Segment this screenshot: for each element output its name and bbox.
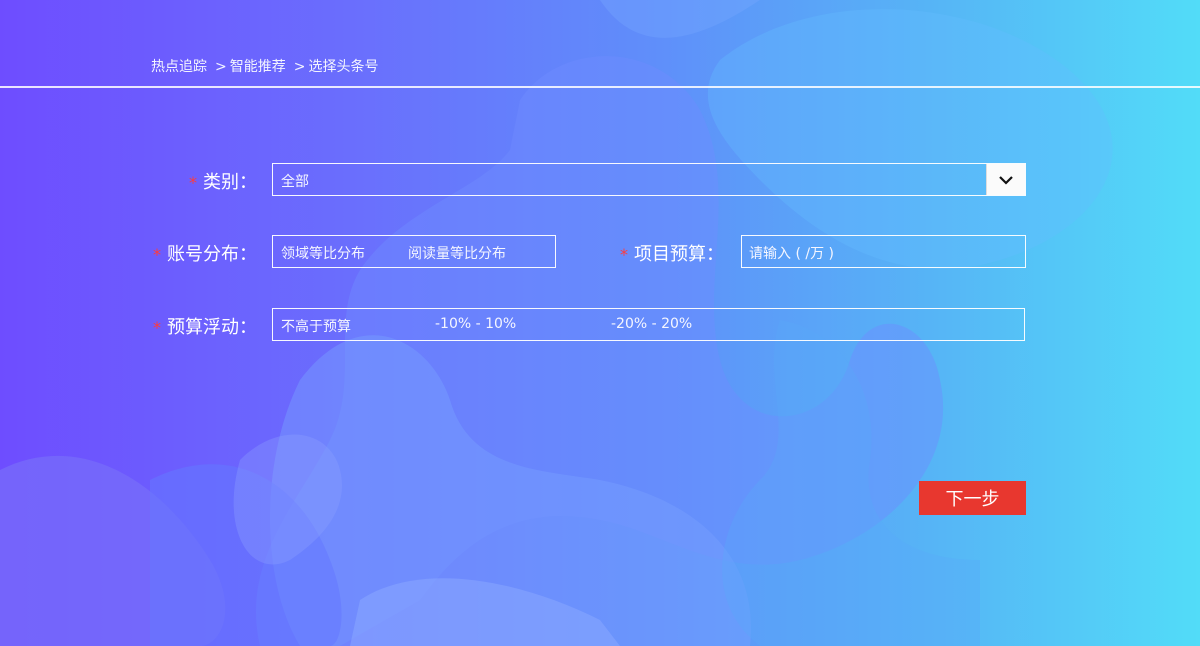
- required-mark: *: [620, 245, 628, 264]
- option-not-above-budget[interactable]: 不高于预算: [281, 316, 351, 336]
- budget-float-options: 不高于预算 -10% - 10% -20% - 20%: [272, 308, 1025, 341]
- required-mark: *: [153, 318, 161, 337]
- category-selected-value: 全部: [281, 174, 309, 190]
- project-budget-placeholder: 请输入 ( /万 ): [749, 246, 834, 262]
- account-distribution-label: * 账号分布：: [153, 244, 257, 265]
- breadcrumb: 热点追踪 > 智能推荐 > 选择头条号: [151, 56, 381, 76]
- breadcrumb-item-smart-recommend[interactable]: 智能推荐: [230, 59, 286, 75]
- breadcrumb-item-hot-tracking[interactable]: 热点追踪: [151, 59, 207, 75]
- chevron-down-icon[interactable]: [986, 164, 1025, 195]
- header-divider: [0, 86, 1200, 88]
- budget-float-label: * 预算浮动：: [153, 317, 257, 338]
- next-step-button[interactable]: 下一步: [919, 481, 1026, 515]
- breadcrumb-separator: >: [215, 59, 227, 75]
- option-reads-proportional[interactable]: 阅读量等比分布: [408, 243, 506, 263]
- required-mark: *: [189, 173, 197, 192]
- project-budget-input[interactable]: 请输入 ( /万 ): [741, 235, 1026, 268]
- project-budget-label: * 项目预算：: [620, 244, 724, 265]
- category-select[interactable]: 全部: [272, 163, 1026, 196]
- option-plus-minus-10[interactable]: -10% - 10%: [435, 316, 516, 332]
- category-label: * 类别：: [189, 172, 257, 193]
- breadcrumb-item-select-account: 选择头条号: [308, 59, 379, 75]
- option-domain-proportional[interactable]: 领域等比分布: [281, 243, 365, 263]
- option-plus-minus-20[interactable]: -20% - 20%: [611, 316, 692, 332]
- required-mark: *: [153, 245, 161, 264]
- account-distribution-options: 领域等比分布 阅读量等比分布: [272, 235, 556, 268]
- breadcrumb-separator: >: [293, 59, 306, 75]
